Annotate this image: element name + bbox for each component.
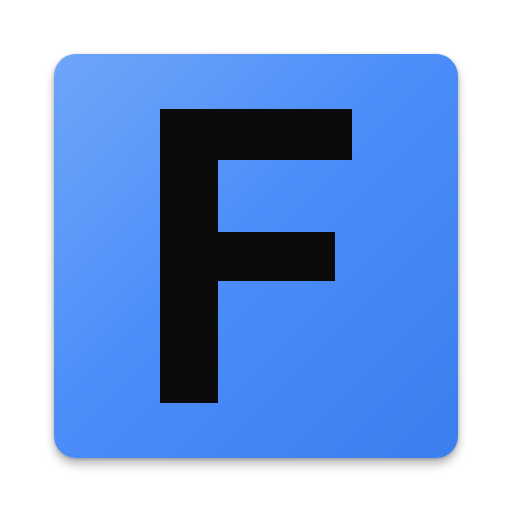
letter-f-glyph (160, 109, 352, 403)
app-icon[interactable]: F (54, 54, 458, 458)
icon-canvas: F (0, 0, 512, 512)
